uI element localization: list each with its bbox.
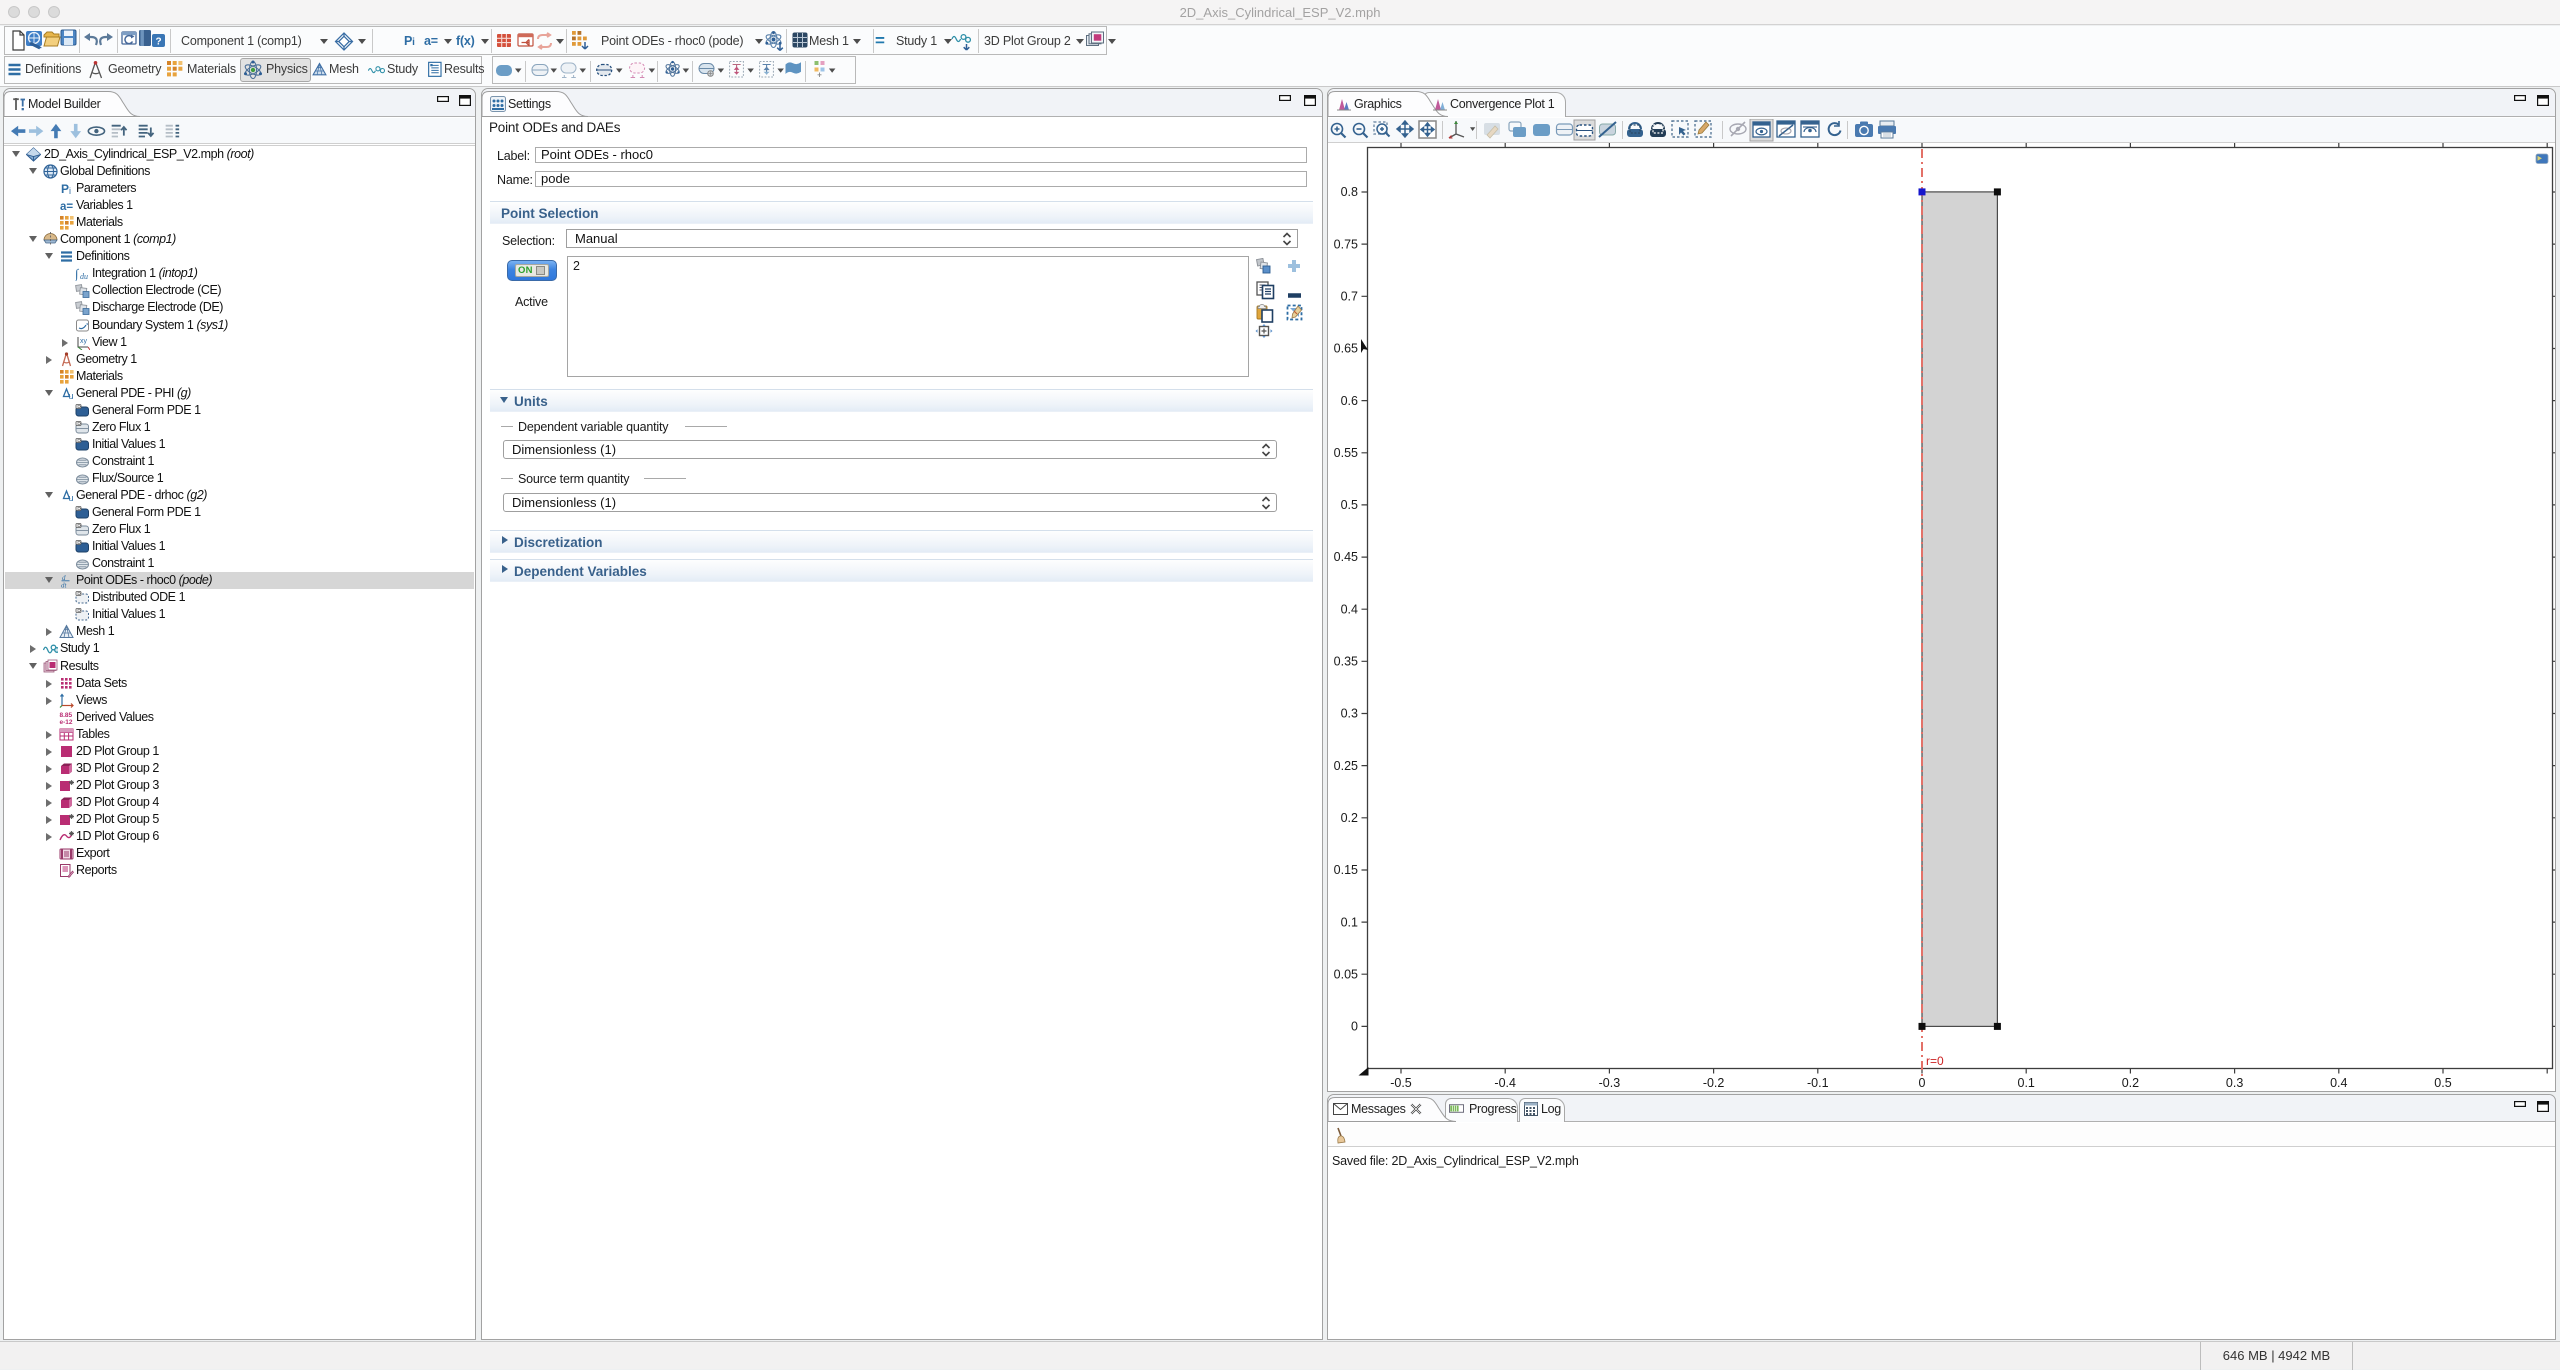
svg-text:0.4: 0.4 — [2330, 1076, 2347, 1090]
svg-text:P: P — [61, 182, 69, 196]
svg-text:u: u — [69, 391, 74, 401]
svg-text:0.35: 0.35 — [1334, 655, 1358, 669]
svg-text:0.2: 0.2 — [1341, 811, 1358, 825]
svg-text:0.75: 0.75 — [1334, 237, 1358, 251]
svg-text:-0.3: -0.3 — [1599, 1076, 1621, 1090]
svg-text:0.45: 0.45 — [1334, 550, 1358, 564]
svg-text:0.3: 0.3 — [1341, 707, 1358, 721]
svg-text:0.4: 0.4 — [1341, 602, 1358, 616]
svg-text:i: i — [69, 186, 71, 196]
svg-text:e-12: e-12 — [60, 719, 73, 725]
svg-text:8.85: 8.85 — [60, 712, 73, 719]
svg-text:0.65: 0.65 — [1334, 342, 1358, 356]
svg-text:0: 0 — [1351, 1020, 1358, 1034]
svg-text:-0.4: -0.4 — [1494, 1076, 1516, 1090]
svg-text:0.3: 0.3 — [2226, 1076, 2243, 1090]
svg-text:dt: dt — [61, 582, 68, 589]
svg-text:-0.2: -0.2 — [1703, 1076, 1725, 1090]
svg-text:du: du — [80, 272, 88, 281]
svg-text:0.15: 0.15 — [1334, 863, 1358, 877]
svg-text:0: 0 — [1919, 1076, 1926, 1090]
svg-text:0.7: 0.7 — [1341, 290, 1358, 304]
svg-text:u: u — [69, 493, 74, 503]
svg-text:a=: a= — [60, 201, 73, 213]
svg-text:xy: xy — [80, 338, 88, 345]
svg-text:0.55: 0.55 — [1334, 446, 1358, 460]
svg-text:0.25: 0.25 — [1334, 759, 1358, 773]
svg-text:0.2: 0.2 — [2122, 1076, 2139, 1090]
svg-text:0.5: 0.5 — [1341, 498, 1358, 512]
svg-text:0.05: 0.05 — [1334, 968, 1358, 982]
svg-text:0.6: 0.6 — [1341, 394, 1358, 408]
svg-text:-0.1: -0.1 — [1807, 1076, 1829, 1090]
svg-text:0.5: 0.5 — [2434, 1076, 2451, 1090]
svg-text:0.8: 0.8 — [1341, 185, 1358, 199]
svg-text:0.1: 0.1 — [2018, 1076, 2035, 1090]
svg-text:?: ? — [155, 37, 161, 48]
svg-text:r=0: r=0 — [1926, 1054, 1944, 1068]
svg-text:-0.5: -0.5 — [1390, 1076, 1412, 1090]
svg-text:0.1: 0.1 — [1341, 915, 1358, 929]
